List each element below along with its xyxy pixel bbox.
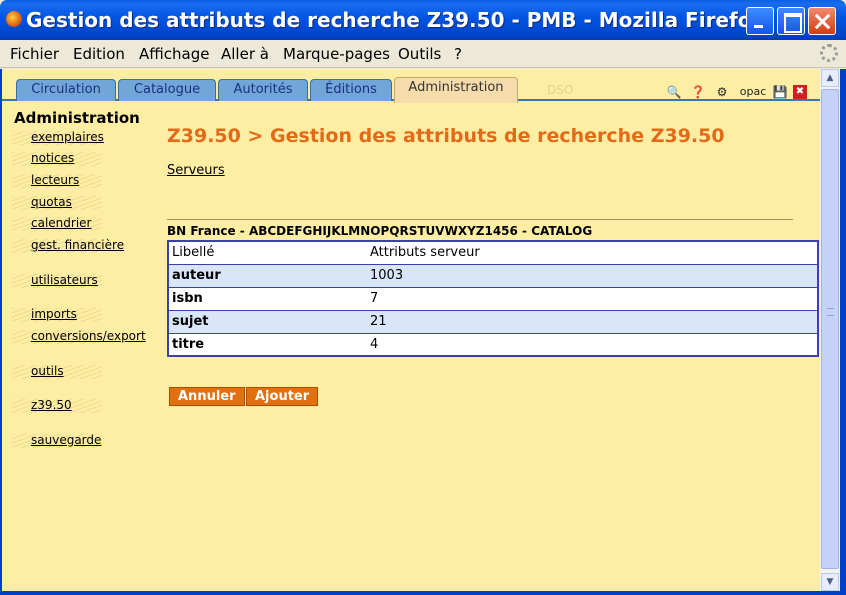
sidebar-item-sauvegarde[interactable]: sauvegarde [31, 433, 101, 447]
cell-attribut: 1003 [367, 264, 818, 288]
add-button[interactable]: Ajouter [246, 387, 319, 406]
tab-administration[interactable]: Administration [394, 77, 518, 103]
sidebar-item-notices[interactable]: notices [31, 151, 74, 165]
cell-libelle: isbn [168, 287, 367, 311]
menu-marque-pages[interactable]: Marque-pages [283, 45, 390, 63]
minimize-button[interactable] [746, 7, 774, 35]
close-icon[interactable]: ✖ [793, 85, 807, 99]
table-header-row: Libellé Attributs serveur [168, 241, 818, 265]
scroll-down-icon[interactable]: ▼ [821, 573, 839, 591]
menu-affichage[interactable]: Affichage [139, 45, 209, 63]
menu-edition[interactable]: Edition [73, 45, 125, 63]
sidebar-item-outils[interactable]: outils [31, 364, 64, 378]
cell-libelle: titre [168, 333, 367, 357]
close-icon [809, 8, 835, 34]
menu-fichier[interactable]: Fichier [10, 45, 59, 63]
sidebar-item-imports[interactable]: imports [31, 307, 77, 321]
scroll-up-icon[interactable]: ▲ [821, 69, 839, 87]
tab-autorites[interactable]: Autorités [218, 79, 308, 101]
tab-label: Catalogue [133, 82, 201, 97]
maximize-button[interactable] [777, 7, 805, 35]
window-border-bottom [0, 591, 846, 595]
table-row[interactable]: auteur 1003 [168, 264, 818, 288]
tab-editions[interactable]: Éditions [310, 79, 392, 101]
firefox-icon [6, 11, 22, 27]
search-icon[interactable]: 🔍 [665, 83, 683, 101]
cell-attribut: 7 [367, 287, 818, 311]
sidebar-item-quotas[interactable]: quotas [31, 195, 72, 209]
window-title: Gestion des attributs de recherche Z39.5… [26, 8, 765, 32]
tab-label: Éditions [325, 82, 377, 97]
menu-bar: Fichier Edition Affichage Aller à Marque… [0, 40, 846, 68]
sidebar-item-z3950[interactable]: z39.50 [31, 398, 72, 412]
cell-attribut: 21 [367, 310, 818, 334]
help-icon[interactable]: ❓ [689, 83, 707, 101]
sidebar-item-calendrier[interactable]: calendrier [31, 216, 91, 230]
server-heading: BN France - ABCDEFGHIJKLMNOPQRSTUVWXYZ14… [167, 224, 593, 238]
save-icon[interactable]: 💾 [771, 83, 789, 101]
table-row[interactable]: sujet 21 [168, 310, 818, 334]
window-border-right [840, 69, 846, 595]
cancel-button[interactable]: Annuler [169, 387, 245, 406]
attributes-table: Libellé Attributs serveur auteur 1003 is… [167, 240, 819, 357]
cell-libelle: auteur [168, 264, 367, 288]
grip-icon [827, 308, 834, 316]
close-window-button[interactable] [808, 7, 836, 35]
settings-icon[interactable]: ⚙ [713, 83, 731, 101]
sidebar-heading: Administration [14, 109, 140, 127]
serveurs-link[interactable]: Serveurs [167, 163, 225, 178]
ghost-tab-label: DSO [547, 83, 574, 97]
sidebar-item-lecteurs[interactable]: lecteurs [31, 173, 79, 187]
menu-outils[interactable]: Outils [398, 45, 441, 63]
vertical-scrollbar[interactable]: ▲ ▼ [820, 69, 840, 591]
tab-catalogue[interactable]: Catalogue [118, 79, 216, 101]
sidebar-item-gest-financiere[interactable]: gest. financière [31, 238, 124, 252]
menu-aller-a[interactable]: Aller à [221, 45, 269, 63]
tab-label: Autorités [233, 82, 293, 97]
divider [167, 219, 793, 220]
tab-label: Administration [408, 80, 504, 95]
sidebar-item-exemplaires[interactable]: exemplaires [31, 130, 104, 144]
menu-help[interactable]: ? [454, 45, 462, 63]
cell-libelle: sujet [168, 310, 367, 334]
column-header-attributs: Attributs serveur [367, 241, 818, 265]
page-content: Circulation Catalogue Autorités Éditions… [2, 69, 820, 591]
tab-bar: Circulation Catalogue Autorités Éditions… [2, 77, 820, 103]
minimize-icon [747, 8, 773, 34]
tab-circulation[interactable]: Circulation [16, 79, 116, 101]
table-row[interactable]: isbn 7 [168, 287, 818, 311]
sidebar-item-conversions-export[interactable]: conversions/export [31, 329, 146, 343]
page-title: Z39.50 > Gestion des attributs de recher… [167, 125, 725, 147]
sidebar-item-utilisateurs[interactable]: utilisateurs [31, 273, 98, 287]
throbber-icon [820, 44, 838, 62]
opac-icon[interactable]: opac [739, 83, 767, 101]
maximize-icon [778, 8, 804, 34]
cell-attribut: 4 [367, 333, 818, 357]
scrollbar-thumb[interactable] [821, 89, 839, 569]
tab-label: Circulation [31, 82, 101, 97]
column-header-libelle: Libellé [168, 241, 367, 265]
window-title-bar: Gestion des attributs de recherche Z39.5… [0, 0, 846, 40]
table-row[interactable]: titre 4 [168, 333, 818, 357]
